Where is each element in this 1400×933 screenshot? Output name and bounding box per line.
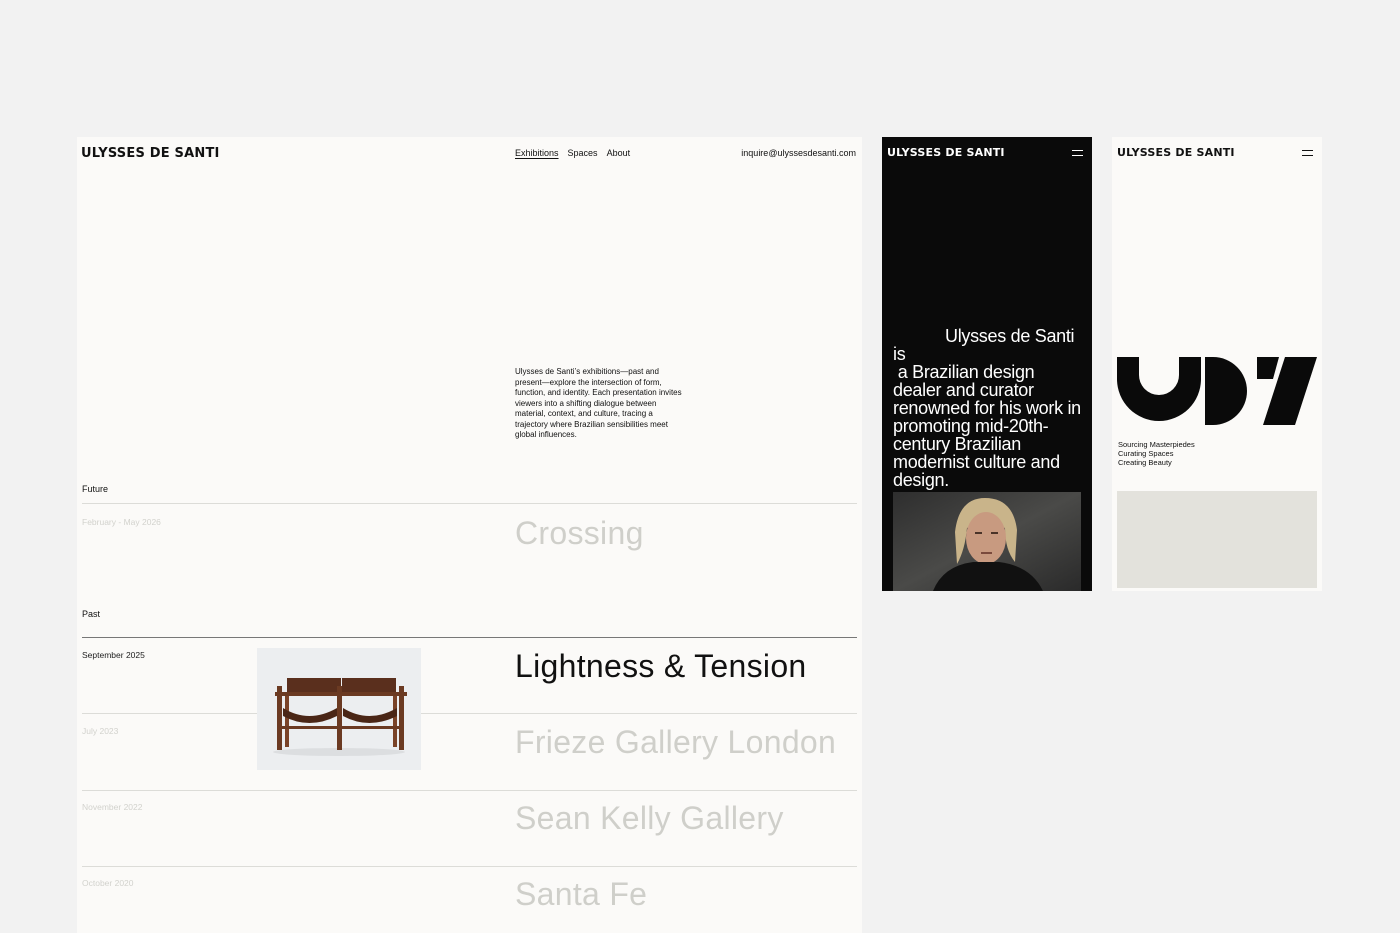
hamburger-menu-icon[interactable] [1072,150,1083,156]
divider [82,637,857,638]
exhibition-date: November 2022 [82,802,143,812]
brand-logo[interactable]: ULYSSES DE SANTI [1117,146,1235,159]
hamburger-menu-icon[interactable] [1302,150,1313,156]
exhibition-title-sean-kelly[interactable]: Sean Kelly Gallery [515,800,784,837]
intro-paragraph: Ulysses de Santi’s exhibitions—past and … [515,367,682,439]
nav-exhibitions[interactable]: Exhibitions [515,148,559,158]
future-label: Future [82,484,109,494]
exhibition-date: September 2025 [82,650,145,660]
bio-line: renowned for his work in [893,398,1081,418]
bio-text: Ulysses de Santi is a Brazilian design d… [893,327,1085,489]
exhibition-preview-image [257,648,421,770]
uds-monogram-logo [1117,357,1317,429]
exhibition-date: February - May 2026 [82,517,161,527]
exhibition-title-crossing[interactable]: Crossing [515,515,644,552]
contact-email-link[interactable]: inquire@ulyssesdesanti.com [741,148,856,158]
exhibition-date: October 2020 [82,878,134,888]
exhibition-title-santa-fe[interactable]: Santa Fe [515,876,647,913]
mobile-about-mockup: ULYSSES DE SANTI Ulysses de Santi is a B… [882,137,1092,591]
nav-about[interactable]: About [607,148,631,158]
taglines: Sourcing Masterpiedes Curating Spaces Cr… [1118,440,1195,467]
divider [82,713,857,714]
bio-line: a Brazilian design [897,362,1035,382]
mobile-home-mockup: ULYSSES DE SANTI Sourcing Masterpiedes C… [1112,137,1322,591]
exhibition-title-frieze[interactable]: Frieze Gallery London [515,724,836,761]
hero-image [1117,491,1317,588]
exhibition-title-lightness-tension[interactable]: Lightness & Tension [515,648,807,685]
brand-logo[interactable]: ULYSSES DE SANTI [81,146,220,161]
bio-line: promoting mid-20th- [893,416,1049,436]
exhibition-date: July 2023 [82,726,119,736]
desktop-mockup: ULYSSES DE SANTI Exhibitions Spaces Abou… [77,137,862,933]
nav-spaces[interactable]: Spaces [568,148,598,158]
monogram-mark [1117,357,1317,425]
tagline: Creating Beauty [1118,458,1172,467]
tagline: Curating Spaces [1118,449,1174,458]
divider [82,866,857,867]
past-label: Past [82,609,101,619]
divider [82,503,857,504]
divider [82,790,857,791]
bio-line: century Brazilian [893,434,1021,454]
bio-line: Ulysses de Santi is [893,326,1075,364]
portrait-photo [893,492,1081,591]
bio-line: modernist culture and [893,452,1060,472]
bench-chair-illustration [257,648,421,770]
main-nav: Exhibitions Spaces About [515,148,630,158]
portrait-illustration [893,492,1081,591]
bio-line: dealer and curator [893,380,1034,400]
tagline: Sourcing Masterpiedes [1118,440,1195,449]
brand-logo[interactable]: ULYSSES DE SANTI [887,146,1005,159]
bio-line: design. [893,470,949,490]
